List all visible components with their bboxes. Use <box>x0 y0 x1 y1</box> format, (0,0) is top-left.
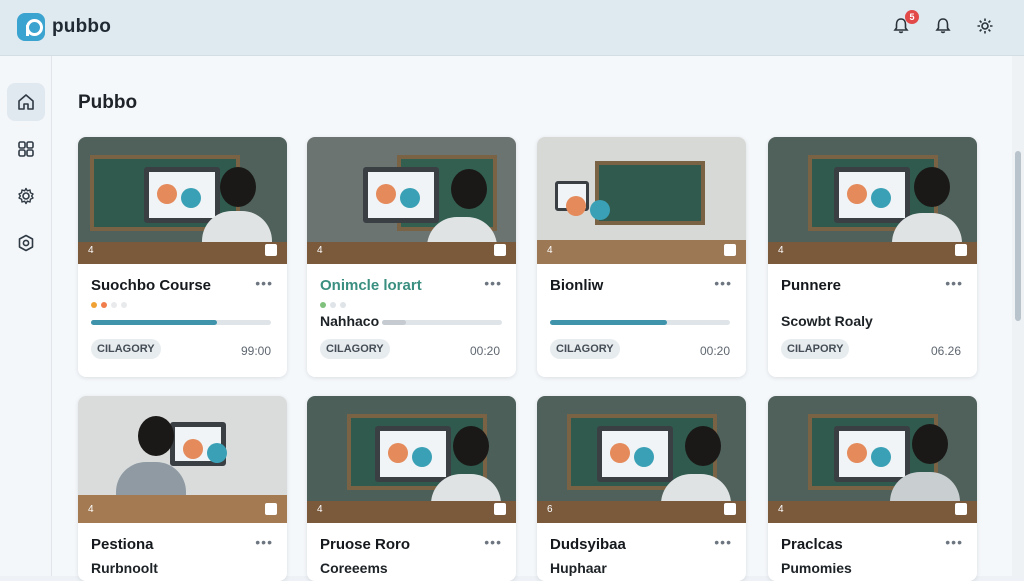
card-title: Bionliw <box>550 277 604 294</box>
pubbo-logo-icon <box>17 13 45 41</box>
page-title: Pubbo <box>78 92 138 113</box>
shield-gear-icon <box>18 234 34 252</box>
card-subtitle: Nahhaco <box>320 313 380 329</box>
card-title: Onimcle lorart <box>320 277 422 294</box>
more-options-icon[interactable]: ••• <box>945 534 963 550</box>
settings-icon <box>977 18 993 34</box>
card-title: Suochbo Course <box>91 277 212 294</box>
duration: 99:00 <box>240 344 271 358</box>
more-options-icon[interactable]: ••• <box>255 275 273 291</box>
more-options-icon[interactable]: ••• <box>484 275 502 291</box>
sidebar-item-settings[interactable] <box>7 177 45 215</box>
notification-badge: 5 <box>905 10 919 24</box>
course-thumbnail: 4 <box>78 137 287 264</box>
file-icon <box>265 244 277 256</box>
category-chip[interactable]: CILAGORY <box>550 339 620 359</box>
grid-icon <box>18 141 34 157</box>
vertical-scrollbar[interactable] <box>1012 56 1024 576</box>
card-title: Punnere <box>781 277 842 294</box>
card-body: Pruose Roro ••• Coreeems <box>307 523 516 581</box>
course-thumbnail: 4 <box>537 137 746 264</box>
file-icon <box>724 244 736 256</box>
card-body: Pestiona ••• Rurbnoolt <box>78 523 287 581</box>
course-thumbnail: 6 <box>537 396 746 523</box>
file-icon <box>494 503 506 515</box>
brand-name: pubbo <box>52 16 112 37</box>
sidebar <box>0 56 52 576</box>
notifications-button[interactable]: 5 <box>890 10 919 37</box>
card-subtitle: Scowbt Roaly <box>781 313 873 329</box>
card-body: Suochbo Course ••• CILAGORY 99:00 <box>78 264 287 377</box>
card-title: Pestiona <box>91 536 154 553</box>
course-card[interactable]: 4 Suochbo Course ••• CILAGORY 99:00 <box>78 137 287 377</box>
course-card[interactable]: 6 Dudsyibaa ••• Huphaar <box>537 396 746 581</box>
course-card[interactable]: 4 Bionliw ••• CILAGORY 00:20 <box>537 137 746 377</box>
progress-bar <box>550 320 730 325</box>
card-title: Dudsyibaa <box>550 536 626 553</box>
category-chip[interactable]: CILAGORY <box>91 339 161 359</box>
progress-bar <box>382 320 502 325</box>
file-icon <box>494 244 506 256</box>
color-dots <box>320 302 346 308</box>
more-options-icon[interactable]: ••• <box>255 534 273 550</box>
scrollbar-thumb[interactable] <box>1015 151 1021 321</box>
sidebar-item-home[interactable] <box>7 83 45 121</box>
file-icon <box>724 503 736 515</box>
card-body: Praclcas ••• Pumomies <box>768 523 977 581</box>
course-thumbnail: 4 <box>768 137 977 264</box>
duration: 00:20 <box>469 344 500 358</box>
settings-button[interactable] <box>974 15 996 37</box>
course-thumbnail: 4 <box>307 396 516 523</box>
card-body: Punnere ••• Scowbt Roaly CILAPORY 06.26 <box>768 264 977 377</box>
card-subtitle: Rurbnoolt <box>91 560 158 576</box>
bell-icon <box>935 18 951 34</box>
category-chip[interactable]: CILAGORY <box>320 339 390 359</box>
file-icon <box>955 244 967 256</box>
more-options-icon[interactable]: ••• <box>714 275 732 291</box>
course-thumbnail: 4 <box>768 396 977 523</box>
more-options-icon[interactable]: ••• <box>714 534 732 550</box>
course-thumbnail: 4 <box>78 396 287 523</box>
top-bar: pubbo 5 <box>0 0 1024 56</box>
course-thumbnail: 4 <box>307 137 516 264</box>
course-card[interactable]: 4 Pruose Roro ••• Coreeems <box>307 396 516 581</box>
card-title: Praclcas <box>781 536 843 553</box>
card-subtitle: Pumomies <box>781 560 852 576</box>
card-title: Pruose Roro <box>320 536 411 553</box>
course-card[interactable]: 4 Onimcle lorart ••• Nahhaco CILAGORY 00… <box>307 137 516 377</box>
card-subtitle: Huphaar <box>550 560 607 576</box>
logo[interactable]: pubbo <box>17 13 111 41</box>
sidebar-item-grid[interactable] <box>7 130 45 168</box>
duration: 00:20 <box>699 344 730 358</box>
progress-bar <box>91 320 271 325</box>
category-chip[interactable]: CILAPORY <box>781 339 850 359</box>
file-icon <box>265 503 277 515</box>
card-body: Onimcle lorart ••• Nahhaco CILAGORY 00:2… <box>307 264 516 377</box>
sidebar-item-security[interactable] <box>7 224 45 262</box>
color-dots <box>91 302 127 308</box>
file-icon <box>955 503 967 515</box>
course-card[interactable]: 4 Pestiona ••• Rurbnoolt <box>78 396 287 581</box>
duration: 06.26 <box>930 344 961 358</box>
more-options-icon[interactable]: ••• <box>484 534 502 550</box>
card-body: Bionliw ••• CILAGORY 00:20 <box>537 264 746 377</box>
alerts-button[interactable] <box>932 15 954 37</box>
home-icon <box>18 94 34 110</box>
course-card[interactable]: 4 Praclcas ••• Pumomies <box>768 396 977 581</box>
course-card[interactable]: 4 Punnere ••• Scowbt Roaly CILAPORY 06.2… <box>768 137 977 377</box>
more-options-icon[interactable]: ••• <box>945 275 963 291</box>
card-subtitle: Coreeems <box>320 560 388 576</box>
gear-icon <box>18 187 34 205</box>
card-body: Dudsyibaa ••• Huphaar <box>537 523 746 581</box>
